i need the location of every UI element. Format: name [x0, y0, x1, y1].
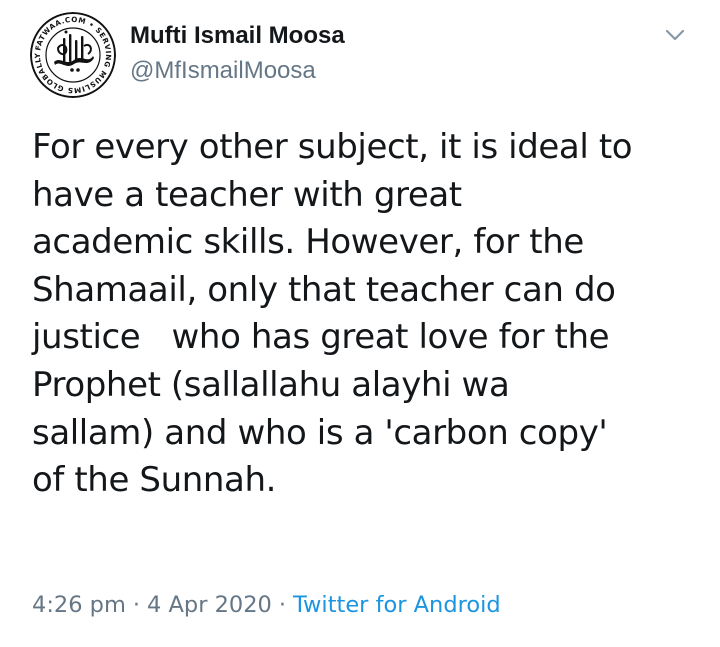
avatar-logo-icon: FATWAA.COM • SERVING MUSLIMS GLOBALLY: [30, 12, 116, 98]
user-handle[interactable]: @MfIsmailMoosa: [130, 57, 316, 85]
tweet-meta: 4:26 pm · 4 Apr 2020 · Twitter for Android: [32, 590, 501, 620]
meta-separator: ·: [278, 592, 287, 618]
display-name[interactable]: Mufti Ismail Moosa: [130, 22, 345, 50]
tweet-time[interactable]: 4:26 pm: [32, 592, 126, 618]
tweet-source-link[interactable]: Twitter for Android: [293, 592, 501, 618]
avatar[interactable]: FATWAA.COM • SERVING MUSLIMS GLOBALLY: [30, 12, 116, 98]
tweet-text: For every other subject, it is ideal to …: [32, 127, 633, 501]
meta-separator: ·: [132, 592, 141, 618]
tweet-card: FATWAA.COM • SERVING MUSLIMS GLOBALLY Mu…: [0, 0, 720, 647]
chevron-down-icon[interactable]: [662, 22, 688, 48]
tweet-date[interactable]: 4 Apr 2020: [147, 592, 272, 618]
